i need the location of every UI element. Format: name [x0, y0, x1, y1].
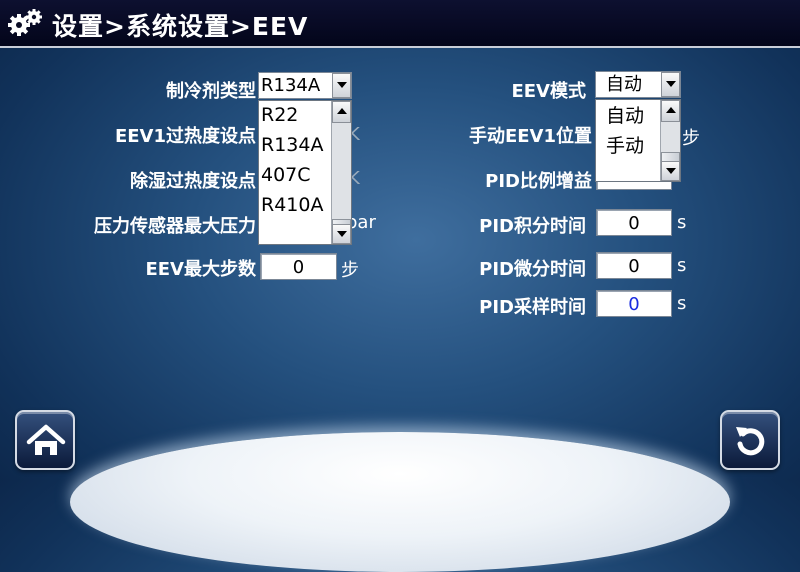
pid-sample-unit: s	[677, 293, 687, 314]
refrigerant-option[interactable]: R22	[261, 101, 298, 129]
eev-mode-label: EEV模式	[511, 81, 586, 102]
pid-integral-label: PID积分时间	[479, 216, 586, 237]
manual-position-unit: 步	[682, 128, 700, 149]
chevron-up-icon	[665, 107, 676, 113]
title-bar: 设置>系统设置>EEV	[0, 0, 800, 48]
gear-icon	[8, 9, 42, 36]
chevron-down-icon	[665, 168, 676, 174]
chevron-up-icon	[336, 108, 347, 114]
refrigerant-option[interactable]: R410A	[261, 191, 323, 219]
chevron-down-icon	[665, 81, 676, 87]
eev-max-steps-input[interactable]: 0	[260, 253, 337, 280]
dehum-superheat-label: 除湿过热度设点	[130, 171, 256, 192]
refrigerant-select[interactable]: R134A	[258, 72, 352, 99]
bottom-decoration	[70, 432, 730, 572]
refrigerant-options-list[interactable]: R22 R134A 407C R410A	[258, 100, 352, 245]
scroll-up-button[interactable]	[332, 101, 351, 123]
eev-mode-dropdown-button[interactable]	[661, 72, 680, 97]
manual-eev1-position-label: 手动EEV1位置	[468, 126, 592, 147]
eev-mode-select[interactable]: 自动	[595, 71, 681, 98]
refrigerant-option[interactable]: 407C	[261, 161, 311, 189]
refrigerant-option[interactable]: R134A	[261, 131, 323, 159]
pid-derivative-label: PID微分时间	[479, 259, 586, 280]
pid-sample-label: PID采样时间	[479, 297, 586, 318]
home-icon	[26, 424, 66, 455]
pid-derivative-input[interactable]: 0	[596, 252, 672, 279]
pid-integral-unit: s	[677, 212, 687, 233]
pid-gain-label: PID比例增益	[485, 171, 592, 192]
scroll-up-button[interactable]	[661, 100, 680, 122]
pid-sample-input[interactable]: 0	[596, 290, 672, 317]
page-title: 设置>系统设置>EEV	[52, 12, 309, 41]
back-button[interactable]	[720, 410, 780, 470]
pid-derivative-unit: s	[677, 255, 687, 276]
refrigerant-type-label: 制冷剂类型	[166, 81, 256, 102]
refrigerant-dropdown-button[interactable]	[332, 73, 351, 98]
scroll-down-button[interactable]	[332, 224, 351, 244]
refrigerant-select-value: R134A	[261, 75, 321, 96]
eev-mode-option[interactable]: 手动	[606, 132, 644, 160]
home-button[interactable]	[15, 410, 75, 470]
eev1-superheat-label: EEV1过热度设点	[114, 126, 256, 147]
eev-mode-select-value: 自动	[606, 74, 642, 95]
pid-integral-input[interactable]: 0	[596, 209, 672, 236]
max-steps-unit: 步	[341, 260, 359, 281]
eev-max-steps-label: EEV最大步数	[145, 259, 256, 280]
eev-mode-option[interactable]: 自动	[606, 102, 644, 130]
eev-mode-options-list[interactable]: 自动 手动	[595, 99, 681, 182]
pressure-max-label: 压力传感器最大压力	[94, 216, 256, 237]
chevron-down-icon	[336, 82, 347, 88]
scroll-down-button[interactable]	[661, 161, 680, 181]
chevron-down-icon	[336, 231, 347, 237]
back-icon	[736, 427, 765, 456]
